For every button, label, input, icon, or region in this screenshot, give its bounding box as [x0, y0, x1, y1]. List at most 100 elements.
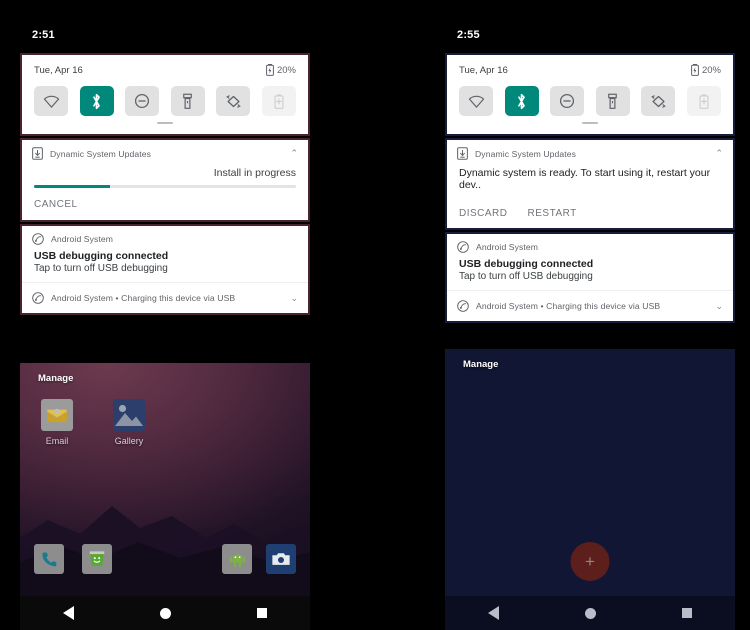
notification-shade: Tue, Apr 16 20% Dynamic System Updates ⌃… [445, 53, 735, 323]
app-label: Gallery [114, 436, 144, 446]
messaging-glyph-icon [89, 551, 105, 566]
notification-app-name: Android System • Charging this device vi… [476, 301, 661, 311]
battery-percent: 20% [701, 64, 721, 76]
quick-settings-date: Tue, Apr 16 [34, 64, 83, 76]
android-system-icon [457, 300, 469, 312]
tile-battery-saver[interactable] [686, 86, 721, 116]
battery-saver-icon [699, 93, 709, 109]
quick-settings-header: Tue, Apr 16 20% [22, 55, 308, 78]
restart-button[interactable]: RESTART [528, 208, 577, 219]
back-icon[interactable] [488, 606, 499, 620]
status-clock: 2:51 [32, 29, 55, 41]
notification-body: USB debugging connected Tap to turn off … [22, 248, 308, 282]
add-button[interactable]: + [570, 542, 610, 581]
email-icon [41, 399, 73, 431]
notification-status-text: Install in progress [213, 167, 296, 179]
camera-icon[interactable] [266, 544, 296, 574]
battery-icon [691, 64, 699, 76]
discard-button[interactable]: DISCARD [459, 208, 508, 219]
tile-flashlight[interactable] [595, 86, 630, 116]
home-icon[interactable] [585, 607, 596, 619]
notification-charging-usb[interactable]: Android System • Charging this device vi… [447, 290, 733, 321]
flashlight-icon [608, 93, 618, 109]
phone-glyph-icon [41, 551, 56, 566]
quick-settings-tiles [22, 78, 308, 120]
chevron-down-icon[interactable]: ⌄ [290, 293, 298, 303]
notification-text: Tap to turn off USB debugging [459, 271, 593, 282]
messaging-icon[interactable] [82, 544, 112, 574]
notification-usb-debugging[interactable]: Android System USB debugging connected T… [20, 224, 310, 315]
cancel-button[interactable]: CANCEL [34, 199, 78, 210]
quick-settings-date: Tue, Apr 16 [459, 64, 508, 76]
shade-drag-handle[interactable] [22, 120, 308, 134]
app-grid: Email Gallery [30, 399, 156, 446]
home-screen: Manage Email Gallery [20, 363, 310, 630]
status-bar: 2:55 [445, 20, 735, 50]
tile-wifi[interactable] [34, 86, 68, 116]
notification-text: Dynamic system is ready. To start using … [459, 167, 711, 191]
recents-icon[interactable] [682, 608, 692, 618]
gallery-glyph-icon [115, 404, 143, 426]
battery-status: 20% [266, 64, 296, 76]
battery-icon [266, 64, 274, 76]
notification-text: Tap to turn off USB debugging [34, 263, 168, 274]
chevron-up-icon[interactable]: ⌃ [290, 149, 298, 158]
notification-dynamic-system-updates[interactable]: Dynamic System Updates ⌃ Dynamic system … [445, 138, 735, 230]
notification-dynamic-system-updates[interactable]: Dynamic System Updates ⌃ Install in prog… [20, 138, 310, 222]
quick-settings-panel[interactable]: Tue, Apr 16 20% [445, 53, 735, 136]
android-system-icon [32, 233, 44, 245]
notification-app-name: Dynamic System Updates [475, 148, 577, 159]
notification-body: USB debugging connected Tap to turn off … [447, 256, 733, 290]
tile-battery-saver[interactable] [261, 86, 296, 116]
manage-notifications-label[interactable]: Manage [38, 373, 73, 384]
notification-app-name: Android System • Charging this device vi… [51, 293, 236, 303]
tile-auto-rotate[interactable] [216, 86, 251, 116]
app-email[interactable]: Email [30, 399, 84, 446]
navigation-bar [445, 596, 735, 630]
tile-do-not-disturb[interactable] [125, 86, 160, 116]
wallpaper-mountains [20, 506, 310, 596]
dock [34, 544, 296, 574]
battery-percent: 20% [276, 64, 296, 76]
notification-header: Dynamic System Updates ⌃ [22, 140, 308, 163]
system-update-icon [457, 147, 468, 160]
notification-header: Android System [22, 226, 308, 248]
tile-auto-rotate[interactable] [641, 86, 676, 116]
notification-app-name: Android System [51, 234, 114, 244]
tile-do-not-disturb[interactable] [550, 86, 585, 116]
manage-notifications-label[interactable]: Manage [463, 359, 498, 370]
battery-saver-icon [274, 93, 284, 109]
status-clock: 2:55 [457, 29, 480, 41]
notification-charging-usb[interactable]: Android System • Charging this device vi… [22, 282, 308, 313]
shade-drag-handle[interactable] [447, 120, 733, 134]
notification-title: USB debugging connected [459, 258, 594, 270]
flashlight-icon [183, 93, 193, 109]
camera-glyph-icon [272, 553, 290, 565]
notification-header: Android System [447, 234, 733, 256]
notification-actions: DISCARD RESTART [447, 200, 733, 228]
home-icon[interactable] [160, 607, 171, 619]
tile-bluetooth[interactable] [504, 86, 539, 116]
email-glyph-icon [47, 408, 67, 423]
android-robot-icon[interactable] [222, 544, 252, 574]
device-screen-after: 2:55 Tue, Apr 16 20% Dynamic System Upda… [445, 0, 735, 630]
recents-icon[interactable] [257, 608, 267, 618]
notification-usb-debugging[interactable]: Android System USB debugging connected T… [445, 232, 735, 323]
app-gallery[interactable]: Gallery [102, 399, 156, 446]
wifi-icon [43, 95, 59, 108]
notification-app-name: Dynamic System Updates [50, 148, 152, 159]
bluetooth-icon [93, 93, 100, 109]
phone-icon[interactable] [34, 544, 64, 574]
screenshot-stage: 2:51 Tue, Apr 16 20% Dynamic System Upda… [0, 0, 750, 630]
auto-rotate-icon [651, 94, 666, 108]
battery-status: 20% [691, 64, 721, 76]
gallery-icon [113, 399, 145, 431]
tile-bluetooth[interactable] [79, 86, 114, 116]
chevron-down-icon[interactable]: ⌄ [715, 301, 723, 311]
android-robot-glyph-icon [229, 554, 245, 567]
tile-wifi[interactable] [459, 86, 493, 116]
tile-flashlight[interactable] [170, 86, 205, 116]
chevron-up-icon[interactable]: ⌃ [715, 149, 723, 158]
quick-settings-panel[interactable]: Tue, Apr 16 20% [20, 53, 310, 136]
back-icon[interactable] [63, 606, 74, 620]
